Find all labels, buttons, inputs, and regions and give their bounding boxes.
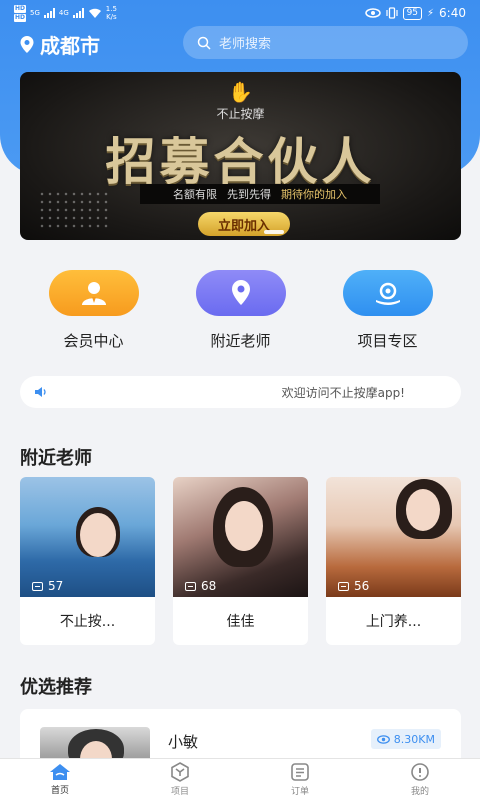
- tab-orders[interactable]: 订单: [240, 759, 360, 800]
- order-icon: [291, 763, 309, 781]
- view-count: 57: [32, 579, 63, 593]
- tab-label: 订单: [290, 787, 309, 797]
- nearby-section-title: 附近老师: [20, 448, 92, 469]
- search-input[interactable]: 老师搜索: [183, 26, 468, 59]
- teacher-card[interactable]: 56 上门养...: [326, 477, 461, 645]
- teacher-photo: 57: [20, 477, 155, 597]
- view-count-value: 57: [48, 579, 64, 593]
- bottom-tab-bar: 首页 项目 订单 我的: [0, 758, 480, 800]
- network-speed: 1.5 K/s: [106, 5, 117, 21]
- status-bar: HD HD 5G 4G 1.5 K/s 95 ⚡ 6:40: [0, 0, 480, 26]
- promo-banner[interactable]: ✋ 不止按摩 招募合伙人 名额有限 先到先得 期待你的加入 立即加入: [20, 72, 461, 240]
- vibrate-icon: [385, 7, 398, 19]
- teacher-name: 不止按...: [59, 614, 116, 630]
- sim-indicators: HD HD: [14, 4, 27, 22]
- quick-entry-label: 附近老师: [210, 332, 271, 350]
- signal1-icon: [43, 8, 55, 18]
- slogan-part-1: 名额有限: [173, 188, 217, 201]
- speed-unit: K/s: [106, 13, 117, 21]
- teacher-name: 上门养...: [365, 614, 422, 630]
- teacher-name: 佳佳: [226, 614, 255, 630]
- view-count: 56: [338, 579, 369, 593]
- distance-badge: 8.30KM: [370, 729, 441, 749]
- project-icon: [342, 270, 433, 316]
- profile-icon: [411, 763, 429, 781]
- home-icon: [50, 764, 70, 780]
- carousel-indicator: [264, 230, 284, 234]
- battery-indicator: 95: [402, 6, 423, 20]
- tab-label: 项目: [170, 787, 189, 797]
- search-icon: [197, 36, 211, 50]
- project-tab-icon: [171, 762, 189, 782]
- notice-text: 欢迎访问不止按摩app!: [281, 385, 405, 400]
- teacher-photo: 68: [173, 477, 308, 597]
- clock: 6:40: [439, 6, 466, 20]
- location-pin-icon: [20, 36, 34, 53]
- teacher-card[interactable]: 57 不止按...: [20, 477, 155, 645]
- speaker-icon: [35, 387, 46, 397]
- photo-face: [225, 501, 263, 551]
- view-count-value: 68: [201, 579, 217, 593]
- quick-entries: 会员中心 附近老师 项目专区: [20, 270, 461, 351]
- tab-project[interactable]: 项目: [120, 759, 240, 800]
- wifi-icon: [88, 8, 101, 18]
- city-selector[interactable]: 成都市: [20, 30, 100, 59]
- status-right: 95 ⚡ 6:40: [364, 6, 466, 20]
- view-icon: [32, 581, 43, 591]
- notice-bar[interactable]: 欢迎访问不止按摩app!: [20, 376, 461, 408]
- photo-face: [80, 513, 116, 557]
- slogan-part-2: 先到先得: [227, 188, 271, 201]
- teacher-photo: 56: [326, 477, 461, 597]
- banner-dot-pattern: [38, 190, 108, 230]
- quick-entry-project-zone[interactable]: 项目专区: [328, 270, 448, 351]
- city-name: 成都市: [40, 34, 100, 58]
- signal2-icon: [72, 8, 84, 18]
- eye-icon: [364, 8, 381, 18]
- distance-value: 8.30KM: [393, 732, 435, 746]
- location-icon: [195, 270, 286, 316]
- view-count-value: 56: [354, 579, 370, 593]
- sim1-badge: HD: [14, 4, 27, 13]
- teacher-card[interactable]: 68 佳佳: [173, 477, 308, 645]
- member-icon: [48, 270, 139, 316]
- tab-profile[interactable]: 我的: [360, 759, 480, 800]
- nearby-teachers-list: 57 不止按... 68 佳佳 56 上门养...: [20, 477, 461, 645]
- speed-value: 1.5: [105, 5, 117, 13]
- quick-entry-label: 项目专区: [357, 332, 418, 350]
- slogan-part-3: 期待你的加入: [281, 188, 347, 201]
- status-left: HD HD 5G 4G 1.5 K/s: [14, 4, 117, 22]
- quick-entry-label: 会员中心: [63, 332, 124, 350]
- quick-entry-member-center[interactable]: 会员中心: [34, 270, 154, 351]
- view-icon: [185, 581, 196, 591]
- tab-label: 我的: [410, 787, 429, 797]
- charging-icon: ⚡: [427, 7, 435, 19]
- hand-logo-icon: ✋: [228, 80, 253, 104]
- recommend-section-title: 优选推荐: [20, 677, 92, 698]
- view-icon: [338, 581, 349, 591]
- banner-brand: 不止按摩: [216, 107, 265, 121]
- view-count: 68: [185, 579, 216, 593]
- quick-entry-nearby-teachers[interactable]: 附近老师: [181, 270, 301, 351]
- network1-label: 5G: [30, 9, 40, 17]
- tab-label: 首页: [50, 786, 69, 796]
- tab-home[interactable]: 首页: [0, 759, 120, 800]
- search-placeholder: 老师搜索: [219, 37, 272, 52]
- eye-icon: [376, 734, 390, 744]
- sim2-badge: HD: [14, 13, 27, 22]
- network2-label: 4G: [58, 9, 69, 17]
- banner-slogan: 名额有限 先到先得 期待你的加入: [140, 184, 380, 204]
- recommend-name: 小敏: [168, 733, 199, 751]
- photo-face: [406, 489, 440, 531]
